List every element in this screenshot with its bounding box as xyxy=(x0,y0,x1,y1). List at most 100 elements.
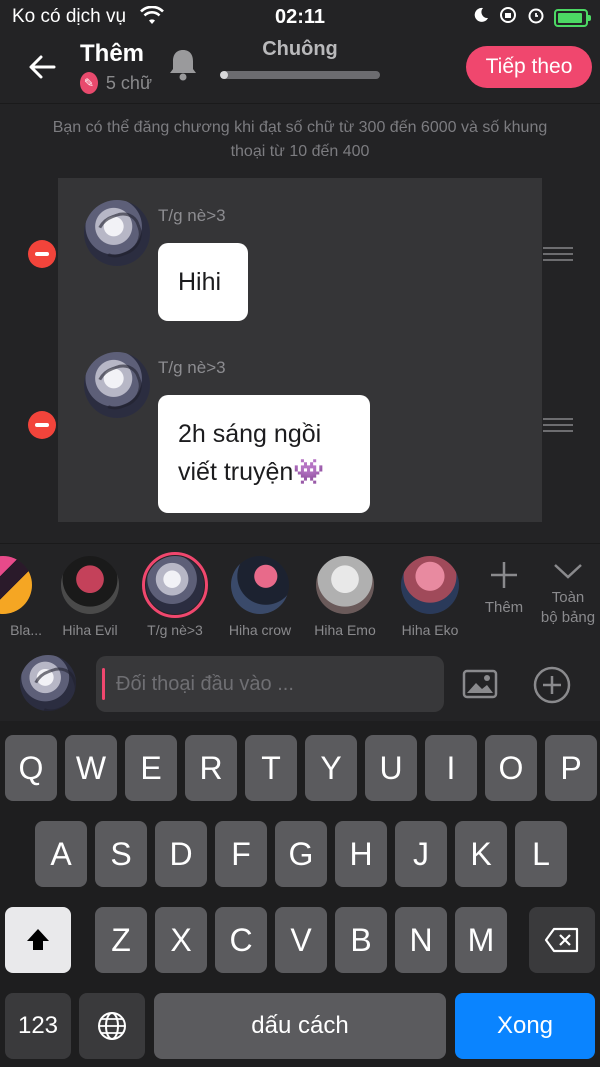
character-avatar xyxy=(401,556,459,614)
character-avatar xyxy=(316,556,374,614)
character-name: Bla... xyxy=(10,622,42,638)
key-a[interactable]: A xyxy=(35,821,87,887)
character-avatar xyxy=(231,556,289,614)
chapter-progress: Chuông xyxy=(220,38,380,79)
input-placeholder: Đối thoại đầu vào ... xyxy=(116,673,294,695)
key-s[interactable]: S xyxy=(95,821,147,887)
character-item[interactable]: T/g nè>3 xyxy=(132,552,218,638)
chevron-down-icon xyxy=(554,564,582,579)
dialogue-input[interactable]: Đối thoại đầu vào ... xyxy=(96,656,444,712)
status-bar: Ko có dịch vụ 02:11 xyxy=(0,0,600,34)
speaker-name: T/g nè>3 xyxy=(158,358,226,377)
done-key[interactable]: Xong xyxy=(455,993,595,1059)
editor-header: Thêm ✎ 5 chữ Chuông Tiếp theo xyxy=(0,34,600,104)
character-name: T/g nè>3 xyxy=(147,622,203,638)
shift-key[interactable] xyxy=(5,907,71,973)
back-arrow-icon[interactable] xyxy=(26,50,60,84)
remove-dialogue-button[interactable] xyxy=(28,240,56,268)
globe-key[interactable] xyxy=(79,993,145,1059)
key-f[interactable]: F xyxy=(215,821,267,887)
key-x[interactable]: X xyxy=(155,907,207,973)
key-d[interactable]: D xyxy=(155,821,207,887)
show-all-button[interactable]: Toàn bộ bảng xyxy=(536,560,600,628)
hint-text: Bạn có thể đăng chương khi đạt số chữ từ… xyxy=(52,119,548,160)
backspace-key[interactable] xyxy=(529,907,595,973)
alarm-icon xyxy=(526,5,546,30)
key-k[interactable]: K xyxy=(455,821,507,887)
add-character-label: Thêm xyxy=(484,599,524,616)
text-cursor xyxy=(102,668,105,700)
key-i[interactable]: I xyxy=(425,735,477,801)
message-text-line: 2h sáng ngồi xyxy=(178,420,322,448)
key-b[interactable]: B xyxy=(335,907,387,973)
key-u[interactable]: U xyxy=(365,735,417,801)
page-title: Thêm xyxy=(80,40,145,67)
key-y[interactable]: Y xyxy=(305,735,357,801)
character-item[interactable]: Hiha Emo xyxy=(302,556,388,638)
key-g[interactable]: G xyxy=(275,821,327,887)
key-v[interactable]: V xyxy=(275,907,327,973)
key-l[interactable]: L xyxy=(515,821,567,887)
speaker-name: T/g nè>3 xyxy=(158,206,226,225)
show-all-label-line: bộ bảng xyxy=(540,609,596,626)
character-name: Hiha Emo xyxy=(314,622,376,638)
word-count-label: 5 chữ xyxy=(105,72,152,93)
message-bubble[interactable]: Hihi xyxy=(158,243,248,321)
key-n[interactable]: N xyxy=(395,907,447,973)
add-character-button[interactable]: Thêm xyxy=(478,558,530,618)
drag-handle-icon[interactable] xyxy=(543,418,573,432)
moon-icon xyxy=(472,6,490,29)
drag-handle-icon[interactable] xyxy=(543,247,573,261)
character-name: Hiha crow xyxy=(228,622,292,638)
character-item[interactable]: Hiha Eko xyxy=(387,556,473,638)
keyboard: QWERTYUIOP ASDFGHJKL ZXCVBNM 123 dấu các… xyxy=(0,721,600,1067)
next-button[interactable]: Tiếp theo xyxy=(466,46,592,88)
shift-icon xyxy=(27,929,49,950)
progress-fill xyxy=(220,71,228,79)
key-q[interactable]: Q xyxy=(5,735,57,801)
plus-icon xyxy=(491,562,517,588)
add-circle-icon[interactable] xyxy=(532,665,572,710)
character-item[interactable]: Hiha Evil xyxy=(47,556,133,638)
character-name: Hiha Eko xyxy=(401,622,459,638)
character-name: Hiha Evil xyxy=(62,622,118,638)
image-icon[interactable] xyxy=(462,669,498,704)
space-key[interactable]: dấu cách xyxy=(154,993,446,1059)
key-o[interactable]: O xyxy=(485,735,537,801)
key-e[interactable]: E xyxy=(125,735,177,801)
current-speaker-avatar[interactable] xyxy=(20,655,76,711)
character-avatar xyxy=(0,556,32,614)
battery-icon xyxy=(554,8,591,27)
message-bubble[interactable]: 2h sáng ngồi viết truyện👾 xyxy=(158,395,370,513)
numbers-key[interactable]: 123 xyxy=(5,993,71,1059)
backspace-icon xyxy=(544,927,579,953)
orientation-lock-icon xyxy=(498,5,518,30)
key-t[interactable]: T xyxy=(245,735,297,801)
key-j[interactable]: J xyxy=(395,821,447,887)
pencil-icon: ✎ xyxy=(80,72,98,94)
key-c[interactable]: C xyxy=(215,907,267,973)
key-m[interactable]: M xyxy=(455,907,507,973)
message-text-line: viết truyện👾 xyxy=(178,458,325,486)
key-h[interactable]: H xyxy=(335,821,387,887)
avatar xyxy=(84,352,150,418)
character-item[interactable]: Bla... xyxy=(0,556,46,638)
character-item[interactable]: Hiha crow xyxy=(217,556,303,638)
character-strip: Bla... Hiha Evil T/g nè>3 Hiha crow Hiha… xyxy=(0,543,600,643)
bell-icon[interactable] xyxy=(166,46,200,82)
show-all-label-line: Toàn xyxy=(551,589,585,606)
character-avatar xyxy=(142,552,208,618)
input-row: Đối thoại đầu vào ... xyxy=(0,643,600,721)
remove-dialogue-button[interactable] xyxy=(28,411,56,439)
avatar xyxy=(84,200,150,266)
key-p[interactable]: P xyxy=(545,735,597,801)
globe-icon xyxy=(98,1012,126,1040)
key-z[interactable]: Z xyxy=(95,907,147,973)
character-avatar xyxy=(61,556,119,614)
progress-label: Chuông xyxy=(262,38,338,60)
progress-track xyxy=(220,71,380,79)
word-count: ✎ 5 chữ xyxy=(80,72,152,94)
key-r[interactable]: R xyxy=(185,735,237,801)
key-w[interactable]: W xyxy=(65,735,117,801)
message-text: Hihi xyxy=(178,268,222,296)
